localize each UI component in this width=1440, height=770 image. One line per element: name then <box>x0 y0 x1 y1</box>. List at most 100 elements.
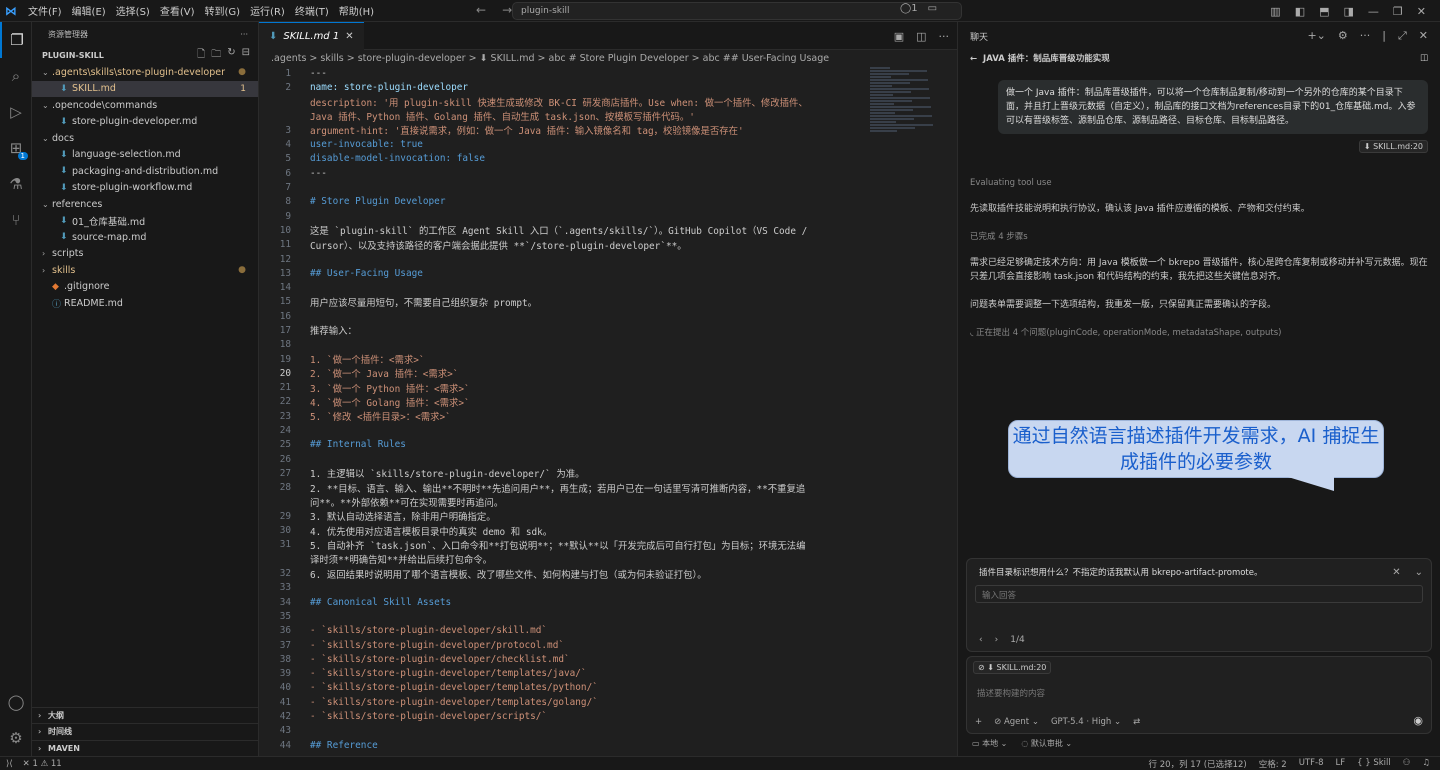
more-actions-icon[interactable]: ··· <box>240 30 248 39</box>
preview-icon[interactable]: ▣ <box>894 30 904 43</box>
code-line[interactable]: 27 1. 主逻辑以 `skills/store-plugin-developer… <box>259 466 949 481</box>
code-line[interactable]: 7 <box>259 180 949 194</box>
new-chat-icon[interactable]: +⌄ <box>1307 29 1325 43</box>
tree-item[interactable]: › scripts <box>32 246 258 263</box>
code-line[interactable]: 23 5. `修改 <插件目录>：<需求>` <box>259 409 949 424</box>
extensions-icon[interactable]: ⊞ 1 <box>0 130 32 166</box>
answer-input[interactable]: 输入回答 <box>975 585 1423 603</box>
menu-item-0[interactable]: 文件(F) <box>28 3 62 18</box>
code-line[interactable]: 5 disable-model-invocation: false <box>259 152 949 166</box>
collapse-question-icon[interactable]: ⌄ <box>1415 567 1423 578</box>
prev-question-icon[interactable]: ‹ <box>979 635 983 645</box>
chat-more-icon[interactable]: ··· <box>1360 29 1371 43</box>
code-line[interactable]: 38 - `skills/store-plugin-developer/check… <box>259 652 949 666</box>
menu-item-4[interactable]: 转到(G) <box>205 3 241 18</box>
settings-gear-icon[interactable]: ⚙ <box>0 720 32 756</box>
collapse-all-icon[interactable]: ⊟ <box>242 47 250 64</box>
code-line[interactable]: 14 <box>259 280 949 294</box>
project-section-header[interactable]: PLUGIN-SKILL 🗋 🗀 ↻ ⊟ <box>32 46 258 64</box>
account-icon[interactable]: ◯ <box>0 684 32 720</box>
breadcrumb[interactable]: .agents > skills > store-plugin-develope… <box>259 50 957 66</box>
sidebar-section-2[interactable]: › MAVEN <box>32 739 259 757</box>
input-context-reference[interactable]: ⊘ ⬇ SKILL.md:20 <box>973 661 1052 674</box>
code-line[interactable]: 10 这是 `plugin-skill` 的工作区 Agent Skill 入口（… <box>259 223 949 238</box>
code-line[interactable]: 18 <box>259 338 949 352</box>
secondary-sidebar-toggle-icon[interactable]: ◨ <box>1344 5 1354 18</box>
code-line[interactable]: 6 --- <box>259 166 949 180</box>
source-control-icon[interactable]: ⑂ <box>0 202 32 238</box>
agent-mode-picker[interactable]: ⊘ Agent ⌄ <box>994 717 1039 727</box>
code-line[interactable]: 16 <box>259 309 949 323</box>
close-tab-icon[interactable]: ✕ <box>345 31 353 42</box>
code-line[interactable]: 28 2. **目标、语言、输入、输出**不明时**先追问用户**，再生成；若用户… <box>259 481 949 495</box>
eol[interactable]: LF <box>1336 758 1346 770</box>
code-line[interactable]: description: '用 plugin-skill 快速生成或修改 BK-… <box>259 95 949 109</box>
code-line[interactable]: 17 推荐输入： <box>259 323 949 338</box>
next-question-icon[interactable]: › <box>995 635 999 645</box>
run-debug-icon[interactable]: ▷ <box>0 94 32 130</box>
model-picker[interactable]: GPT-5.4 · High ⌄ <box>1051 717 1121 727</box>
code-line[interactable]: 11 Cursor）、以及支持该路径的客户端会据此提供 **`/store-plu… <box>259 238 949 252</box>
testing-icon[interactable]: ⚗ <box>0 166 32 202</box>
code-view[interactable]: 1 --- 2 name: store-plugin-developer descrip… <box>259 66 949 756</box>
command-center-search[interactable]: plugin-skill <box>512 2 962 20</box>
close-question-icon[interactable]: ✕ <box>1392 567 1400 578</box>
restore-icon[interactable]: ❐ <box>1393 5 1403 18</box>
remote-icon[interactable]: ⟩⟨ <box>6 759 13 769</box>
code-line[interactable]: 24 <box>259 423 949 437</box>
layout-toggle-icon[interactable]: ▥ <box>1270 5 1280 18</box>
tree-item[interactable]: ⬇ language-selection.md <box>32 147 258 164</box>
code-line[interactable]: 36 - `skills/store-plugin-developer/skill… <box>259 624 949 638</box>
tree-item[interactable]: ⌄ docs <box>32 130 258 147</box>
code-line[interactable]: 20 2. `做一个 Java 插件：<需求>` <box>259 366 949 381</box>
code-line[interactable]: 37 - `skills/store-plugin-developer/proto… <box>259 638 949 652</box>
tree-item[interactable]: ◆ .gitignore <box>32 279 258 296</box>
code-line[interactable]: 译时须**明确告知**并给出后续打包命令。 <box>259 552 949 566</box>
code-line[interactable]: 2 name: store-plugin-developer <box>259 80 949 94</box>
code-line[interactable]: 9 <box>259 209 949 223</box>
code-line[interactable]: 41 - `skills/store-plugin-developer/templ… <box>259 695 949 709</box>
steps-done-text[interactable]: 已完成 4 步骤s <box>970 230 1430 244</box>
menu-item-5[interactable]: 运行(R) <box>250 3 285 18</box>
tree-item[interactable]: ⌄ references <box>32 196 258 213</box>
problems-indicator[interactable]: ✕ 1 ⚠ 11 <box>23 759 62 769</box>
chat-icon[interactable]: ▭ <box>928 3 937 14</box>
tree-item[interactable]: ⬇ SKILL.md 1 <box>32 80 258 97</box>
code-line[interactable]: Java 插件、Python 插件、Golang 插件、自动生成 task.js… <box>259 109 949 123</box>
tab-skill-md[interactable]: ⬇ SKILL.md 1 ✕ <box>259 21 364 50</box>
code-line[interactable]: 31 5. 自动补齐 `task.json`、入口命令和**打包说明**；**默认… <box>259 538 949 552</box>
notifications-icon[interactable]: ♫ <box>1422 758 1430 770</box>
send-icon[interactable]: ◉ <box>1413 714 1423 727</box>
encoding[interactable]: UTF-8 <box>1299 758 1324 770</box>
sidebar-section-0[interactable]: › 大纲 <box>32 706 259 724</box>
add-context-icon[interactable]: + <box>975 717 982 727</box>
menu-item-1[interactable]: 编辑(E) <box>72 3 106 18</box>
indentation[interactable]: 空格: 2 <box>1259 758 1287 770</box>
minimap[interactable] <box>870 66 950 156</box>
tree-item[interactable]: ⬇ store-plugin-workflow.md <box>32 180 258 197</box>
tree-item[interactable]: ⌄ .opencode\commands <box>32 97 258 114</box>
cursor-position[interactable]: 行 20，列 17 (已选择12) <box>1149 758 1247 770</box>
panel-toggle-icon[interactable]: ⬒ <box>1319 5 1329 18</box>
code-line[interactable]: 1 --- <box>259 66 949 80</box>
code-line[interactable]: 8 # Store Plugin Developer <box>259 195 949 209</box>
code-line[interactable]: 问**。**外部依赖**可在实现需要时再追问。 <box>259 495 949 509</box>
copilot-status[interactable]: ◯1 <box>900 3 918 14</box>
search-icon[interactable]: ⌕ <box>0 58 32 94</box>
code-line[interactable]: 15 用户应该尽量用短句，不需要自己组织复杂 prompt。 <box>259 295 949 309</box>
code-line[interactable]: 35 <box>259 609 949 623</box>
new-file-icon[interactable]: 🗋 <box>197 47 205 64</box>
tools-icon[interactable]: ⇄ <box>1133 717 1140 727</box>
tree-item[interactable]: ⓘ README.md <box>32 295 258 312</box>
code-line[interactable]: 12 <box>259 252 949 266</box>
code-line[interactable]: 30 4. 优先使用对应语言模板目录中的真实 demo 和 sdk。 <box>259 524 949 538</box>
tree-item[interactable]: ⬇ source-map.md <box>32 229 258 246</box>
chat-history-icon[interactable]: ◫ <box>1420 53 1428 63</box>
tree-item[interactable]: ⬇ 01_仓库基础.md <box>32 213 258 230</box>
refresh-icon[interactable]: ↻ <box>227 47 235 64</box>
back-arrow-icon[interactable]: ← <box>476 3 486 17</box>
local-picker[interactable]: ▭ 本地 ⌄ <box>972 738 1007 749</box>
menu-item-6[interactable]: 终端(T) <box>295 3 329 18</box>
chat-input-box[interactable]: ⊘ ⬇ SKILL.md:20 描述要构建的内容 + ⊘ Agent ⌄ GPT… <box>966 656 1432 734</box>
code-line[interactable]: 13 ## User-Facing Usage <box>259 266 949 280</box>
